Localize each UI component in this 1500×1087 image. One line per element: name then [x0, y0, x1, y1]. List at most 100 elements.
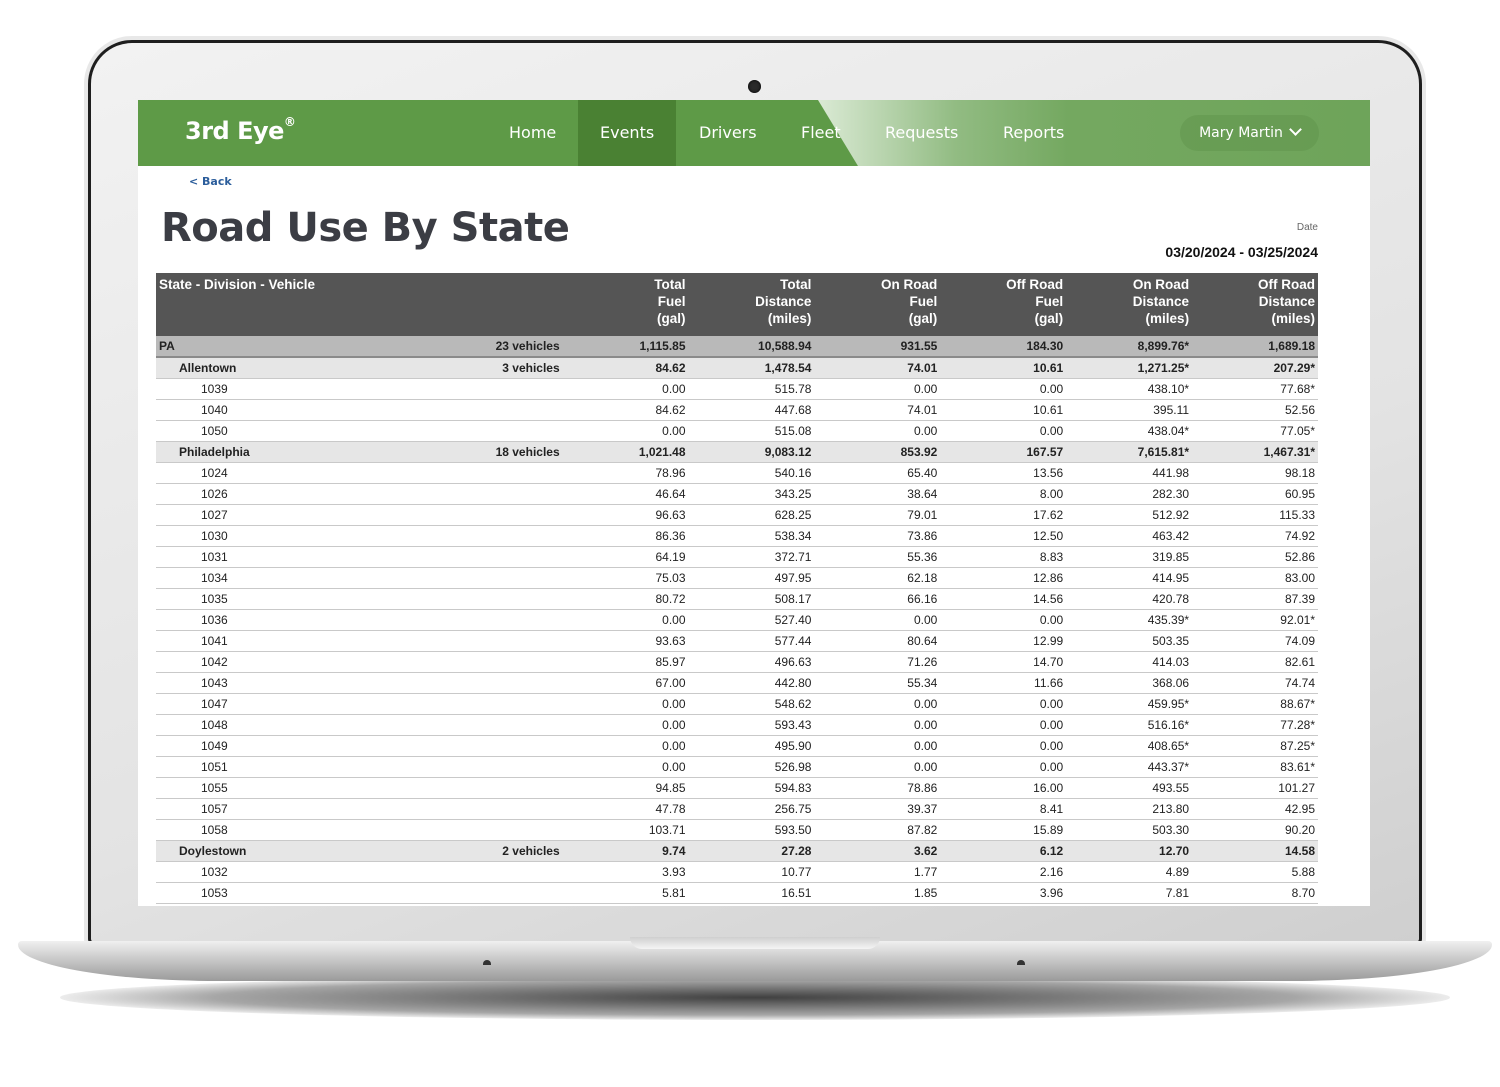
on-road-fuel-cell: 65.40 — [814, 462, 941, 484]
total-fuel-cell: 1,021.48 — [562, 441, 689, 463]
vehicle-count-cell — [325, 483, 563, 505]
col-vehicle-count[interactable] — [325, 273, 563, 336]
vehicle-row[interactable]: 1040 84.62 447.68 74.01 10.61 395.11 52.56 — [156, 399, 1318, 421]
vehicle-count-cell: 3 vehicles — [325, 357, 563, 379]
off-road-distance-cell: 52.86 — [1192, 546, 1318, 568]
row-label-cell: 1051 — [156, 756, 326, 778]
row-label-cell: 1030 — [156, 525, 326, 547]
nav-requests[interactable]: Requests — [863, 100, 980, 166]
date-range[interactable]: 03/20/2024 - 03/25/2024 — [1165, 244, 1318, 260]
back-link[interactable]: < Back — [189, 175, 232, 188]
vehicle-row[interactable]: 1049 0.00 495.90 0.00 0.00 408.65* 87.25* — [156, 735, 1318, 757]
off-road-fuel-cell: 11.66 — [940, 672, 1067, 694]
off-road-distance-cell: 42.95 — [1192, 798, 1318, 820]
total-fuel-cell: 1,115.85 — [562, 336, 689, 358]
row-label-cell: 1055 — [156, 777, 326, 799]
vehicle-row[interactable]: 1058 103.71 593.50 87.82 15.89 503.30 90.20 — [156, 819, 1318, 841]
nav-events[interactable]: Events — [578, 100, 677, 166]
vehicle-count-cell — [325, 462, 563, 484]
on-road-fuel-cell: 66.16 — [814, 588, 941, 610]
on-road-fuel-cell: 0.00 — [814, 714, 941, 736]
nav-reports[interactable]: Reports — [981, 100, 1086, 166]
col-on-road-distance[interactable]: On Road Distance (miles) — [1066, 273, 1193, 336]
col-off-road-fuel[interactable]: Off Road Fuel (gal) — [940, 273, 1067, 336]
col-total-fuel[interactable]: Total Fuel (gal) — [562, 273, 689, 336]
brand-logo[interactable]: 3rd Eye® — [185, 115, 296, 145]
on-road-fuel-cell: 55.36 — [814, 546, 941, 568]
row-label-cell: 1058 — [156, 819, 326, 841]
division-row[interactable]: Allentown 3 vehicles 84.62 1,478.54 74.01 10.… — [156, 357, 1318, 379]
vehicle-count-cell — [325, 567, 563, 589]
col-off-road-distance[interactable]: Off Road Distance (miles) — [1192, 273, 1318, 336]
row-label-cell: 1024 — [156, 462, 326, 484]
vehicle-row[interactable]: 1026 46.64 343.25 38.64 8.00 282.30 60.95 — [156, 483, 1318, 505]
total-fuel-cell: 0.00 — [562, 735, 689, 757]
vehicle-row[interactable]: 1034 75.03 497.95 62.18 12.86 414.95 83.00 — [156, 567, 1318, 589]
row-label-cell: Doylestown — [156, 840, 326, 862]
total-distance-cell: 495.90 — [688, 735, 815, 757]
on-road-distance-cell: 512.92 — [1066, 504, 1193, 526]
road-use-table: State - Division - Vehicle Total Fuel (gal)… — [156, 273, 1318, 904]
nav-drivers[interactable]: Drivers — [677, 100, 779, 166]
off-road-fuel-cell: 0.00 — [940, 609, 1067, 631]
total-distance-cell: 593.43 — [688, 714, 815, 736]
total-fuel-cell: 80.72 — [562, 588, 689, 610]
vehicle-row[interactable]: 1043 67.00 442.80 55.34 11.66 368.06 74.74 — [156, 672, 1318, 694]
total-fuel-cell: 67.00 — [562, 672, 689, 694]
user-menu-button[interactable]: Mary Martin — [1180, 115, 1319, 151]
off-road-fuel-cell: 17.62 — [940, 504, 1067, 526]
vehicle-row[interactable]: 1048 0.00 593.43 0.00 0.00 516.16* 77.28* — [156, 714, 1318, 736]
row-label-cell: 1057 — [156, 798, 326, 820]
row-label-cell: 1047 — [156, 693, 326, 715]
off-road-distance-cell: 87.39 — [1192, 588, 1318, 610]
vehicle-row[interactable]: 1027 96.63 628.25 79.01 17.62 512.92 115.33 — [156, 504, 1318, 526]
on-road-fuel-cell: 1.85 — [814, 882, 941, 904]
on-road-distance-cell: 463.42 — [1066, 525, 1193, 547]
vehicle-count-cell — [325, 672, 563, 694]
vehicle-row[interactable]: 1024 78.96 540.16 65.40 13.56 441.98 98.18 — [156, 462, 1318, 484]
on-road-distance-cell: 443.37* — [1066, 756, 1193, 778]
row-label-cell: 1049 — [156, 735, 326, 757]
vehicle-row[interactable]: 1051 0.00 526.98 0.00 0.00 443.37* 83.61* — [156, 756, 1318, 778]
row-label-cell: Philadelphia — [156, 441, 326, 463]
state-row[interactable]: PA 23 vehicles 1,115.85 10,588.94 931.55 184.… — [156, 336, 1318, 358]
off-road-distance-cell: 115.33 — [1192, 504, 1318, 526]
nav-home[interactable]: Home — [487, 100, 578, 166]
row-label-cell: 1039 — [156, 378, 326, 400]
nav-fleet[interactable]: Fleet — [779, 100, 863, 166]
vehicle-row[interactable]: 1030 86.36 538.34 73.86 12.50 463.42 74.92 — [156, 525, 1318, 547]
vehicle-row[interactable]: 1031 64.19 372.71 55.36 8.83 319.85 52.86 — [156, 546, 1318, 568]
off-road-distance-cell: 77.28* — [1192, 714, 1318, 736]
vehicle-row[interactable]: 1050 0.00 515.08 0.00 0.00 438.04* 77.05* — [156, 420, 1318, 442]
col-state-division-vehicle[interactable]: State - Division - Vehicle — [156, 273, 326, 336]
on-road-distance-cell: 438.10* — [1066, 378, 1193, 400]
vehicle-row[interactable]: 1055 94.85 594.83 78.86 16.00 493.55 101.27 — [156, 777, 1318, 799]
col-total-distance[interactable]: Total Distance (miles) — [688, 273, 815, 336]
vehicle-row[interactable]: 1039 0.00 515.78 0.00 0.00 438.10* 77.68* — [156, 378, 1318, 400]
total-fuel-cell: 75.03 — [562, 567, 689, 589]
on-road-fuel-cell: 74.01 — [814, 357, 941, 379]
on-road-distance-cell: 8,899.76* — [1066, 336, 1193, 358]
vehicle-row[interactable]: 1042 85.97 496.63 71.26 14.70 414.03 82.61 — [156, 651, 1318, 673]
division-row[interactable]: Philadelphia 18 vehicles 1,021.48 9,083.12 8… — [156, 441, 1318, 463]
vehicle-row[interactable]: 1047 0.00 548.62 0.00 0.00 459.95* 88.67* — [156, 693, 1318, 715]
off-road-fuel-cell: 3.96 — [940, 882, 1067, 904]
on-road-fuel-cell: 39.37 — [814, 798, 941, 820]
col-on-road-fuel[interactable]: On Road Fuel (gal) — [814, 273, 941, 336]
on-road-fuel-cell: 73.86 — [814, 525, 941, 547]
vehicle-row[interactable]: 1035 80.72 508.17 66.16 14.56 420.78 87.39 — [156, 588, 1318, 610]
vehicle-row[interactable]: 1041 93.63 577.44 80.64 12.99 503.35 74.09 — [156, 630, 1318, 652]
on-road-fuel-cell: 0.00 — [814, 756, 941, 778]
off-road-fuel-cell: 6.12 — [940, 840, 1067, 862]
off-road-fuel-cell: 14.56 — [940, 588, 1067, 610]
off-road-distance-cell: 90.20 — [1192, 819, 1318, 841]
vehicle-row[interactable]: 1032 3.93 10.77 1.77 2.16 4.89 5.88 — [156, 861, 1318, 883]
vehicle-row[interactable]: 1057 47.78 256.75 39.37 8.41 213.80 42.95 — [156, 798, 1318, 820]
vehicle-count-cell — [325, 546, 563, 568]
table-header-row: State - Division - Vehicle Total Fuel (gal)… — [156, 273, 1318, 336]
total-distance-cell: 497.95 — [688, 567, 815, 589]
total-distance-cell: 16.51 — [688, 882, 815, 904]
vehicle-row[interactable]: 1053 5.81 16.51 1.85 3.96 7.81 8.70 — [156, 882, 1318, 904]
division-row[interactable]: Doylestown 2 vehicles 9.74 27.28 3.62 6.12 12.… — [156, 840, 1318, 862]
vehicle-row[interactable]: 1036 0.00 527.40 0.00 0.00 435.39* 92.01* — [156, 609, 1318, 631]
